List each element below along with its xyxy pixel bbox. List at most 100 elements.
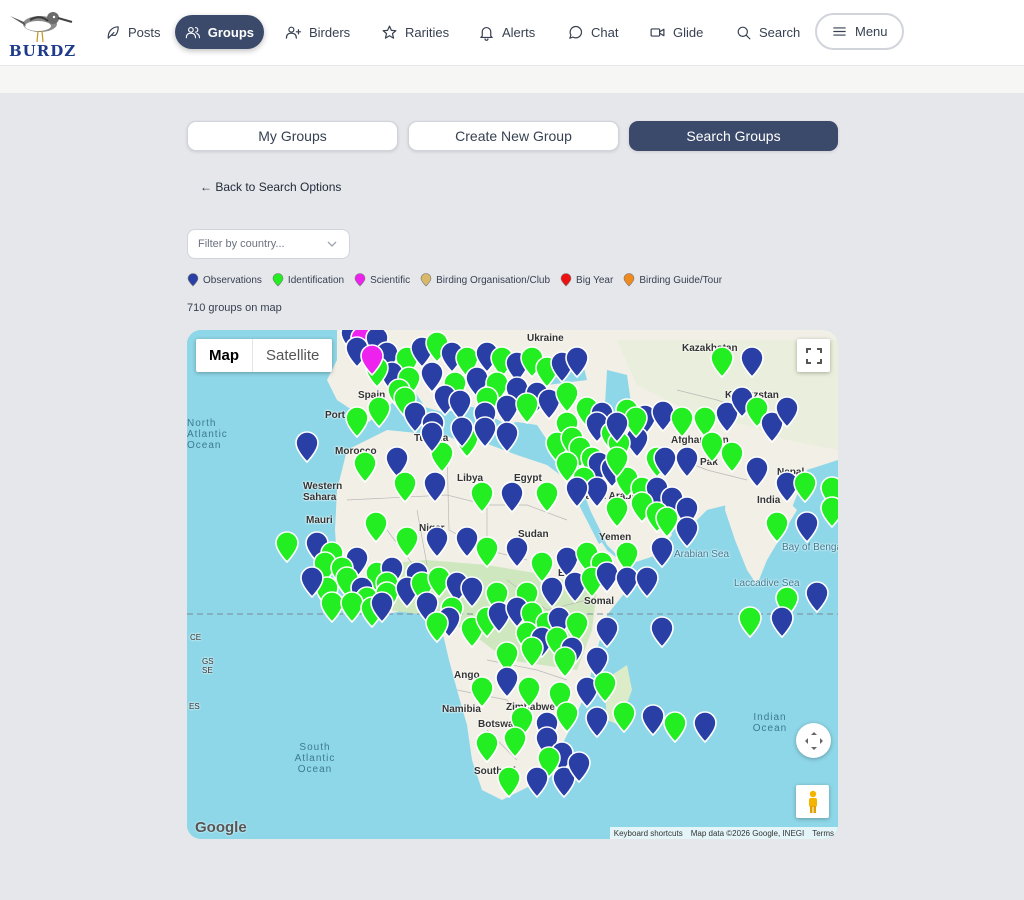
group-marker[interactable] [393, 471, 417, 504]
group-marker[interactable] [700, 431, 724, 464]
group-marker[interactable] [425, 611, 449, 644]
group-marker[interactable] [535, 481, 559, 514]
user-plus-icon [285, 26, 302, 39]
group-marker[interactable] [475, 731, 499, 764]
keyboard-shortcuts-link[interactable]: Keyboard shortcuts [614, 829, 683, 838]
group-marker[interactable] [423, 471, 447, 504]
legend-item-label: Observations [203, 274, 262, 286]
group-marker[interactable] [367, 396, 391, 429]
group-marker[interactable] [615, 566, 639, 599]
group-marker[interactable] [497, 766, 521, 799]
nav-groups[interactable]: Groups [175, 15, 264, 49]
nav-search[interactable]: Search [725, 15, 810, 49]
map-pan-control[interactable] [796, 723, 831, 758]
group-marker[interactable] [517, 676, 541, 709]
group-marker[interactable] [353, 451, 377, 484]
group-marker[interactable] [635, 566, 659, 599]
map-type-map-button[interactable]: Map [196, 339, 253, 372]
group-marker[interactable] [520, 636, 544, 669]
group-marker[interactable] [395, 526, 419, 559]
group-marker[interactable] [515, 392, 539, 425]
group-marker[interactable] [595, 616, 619, 649]
map-type-satellite-button[interactable]: Satellite [253, 339, 332, 372]
group-marker[interactable] [448, 389, 472, 422]
group-marker[interactable] [320, 591, 344, 624]
group-marker[interactable] [650, 536, 674, 569]
nav-birders[interactable]: Birders [275, 15, 360, 49]
group-marker[interactable] [765, 511, 789, 544]
category-legend: Observations Identification Scientific Bird… [187, 273, 722, 287]
group-marker[interactable] [555, 701, 579, 734]
groups-map[interactable]: Kazakhstan Kyrgyzstan Ukraine Spain Port… [187, 330, 838, 839]
tab-search-groups[interactable]: Search Groups [629, 121, 838, 151]
group-marker[interactable] [555, 381, 579, 414]
group-marker[interactable] [345, 406, 369, 439]
map-pin-icon [272, 273, 284, 287]
burdz-logo[interactable]: BURDZ [4, 4, 76, 60]
group-marker[interactable] [593, 671, 617, 704]
group-marker[interactable] [738, 606, 762, 639]
group-marker[interactable] [612, 701, 636, 734]
group-marker[interactable] [275, 531, 299, 564]
group-marker[interactable] [495, 666, 519, 699]
group-marker[interactable] [720, 441, 744, 474]
street-view-pegman[interactable] [796, 785, 829, 818]
group-marker[interactable] [710, 346, 734, 379]
nav-birders-label: Birders [309, 24, 351, 40]
group-marker[interactable] [670, 406, 694, 439]
group-marker[interactable] [525, 766, 549, 799]
group-marker[interactable] [475, 536, 499, 569]
fullscreen-icon [805, 347, 822, 364]
tab-my-groups[interactable]: My Groups [187, 121, 398, 151]
nav-alerts[interactable]: Alerts [468, 15, 545, 49]
group-marker[interactable] [675, 446, 699, 479]
legend-item-label: Big Year [576, 274, 614, 286]
group-marker[interactable] [675, 516, 699, 549]
nav-chat[interactable]: Chat [557, 15, 628, 49]
group-marker[interactable] [793, 471, 817, 504]
group-marker[interactable] [495, 421, 519, 454]
group-marker[interactable] [425, 526, 449, 559]
group-marker[interactable] [505, 536, 529, 569]
legend-item: Identification [272, 273, 344, 287]
group-marker[interactable] [745, 456, 769, 489]
group-marker[interactable] [650, 616, 674, 649]
tab-create-new-group[interactable]: Create New Group [408, 121, 619, 151]
country-filter-select[interactable]: Filter by country... [187, 229, 350, 259]
group-marker[interactable] [500, 481, 524, 514]
group-marker[interactable] [585, 476, 609, 509]
nav-rarities[interactable]: Rarities [371, 15, 459, 49]
group-marker[interactable] [655, 506, 679, 539]
group-marker[interactable] [364, 511, 388, 544]
group-marker[interactable] [663, 711, 687, 744]
group-marker[interactable] [805, 581, 829, 614]
group-count: 710 groups on map [187, 302, 282, 314]
legend-item: Observations [187, 273, 262, 287]
terms-link[interactable]: Terms [812, 829, 834, 838]
group-marker[interactable] [470, 481, 494, 514]
group-marker[interactable] [585, 706, 609, 739]
group-marker[interactable] [460, 576, 484, 609]
group-marker[interactable] [605, 496, 629, 529]
group-marker[interactable] [295, 431, 319, 464]
group-marker[interactable] [540, 576, 564, 609]
group-marker[interactable] [693, 711, 717, 744]
menu-button[interactable]: Menu [815, 13, 904, 50]
group-marker[interactable] [495, 394, 519, 427]
back-to-search-options-link[interactable]: ← Back to Search Options [200, 180, 341, 194]
group-marker[interactable] [820, 496, 838, 529]
group-marker[interactable] [340, 591, 364, 624]
group-marker[interactable] [740, 346, 764, 379]
group-marker[interactable] [795, 511, 819, 544]
nav-glide[interactable]: Glide [639, 15, 713, 49]
group-marker[interactable] [470, 676, 494, 709]
group-marker[interactable] [565, 476, 589, 509]
group-marker[interactable] [503, 726, 527, 759]
group-marker[interactable] [641, 704, 665, 737]
group-marker[interactable] [770, 606, 794, 639]
group-marker[interactable] [553, 646, 577, 679]
group-marker[interactable] [455, 526, 479, 559]
users-icon [185, 26, 201, 38]
nav-posts[interactable]: Posts [94, 15, 171, 49]
fullscreen-button[interactable] [797, 339, 830, 372]
